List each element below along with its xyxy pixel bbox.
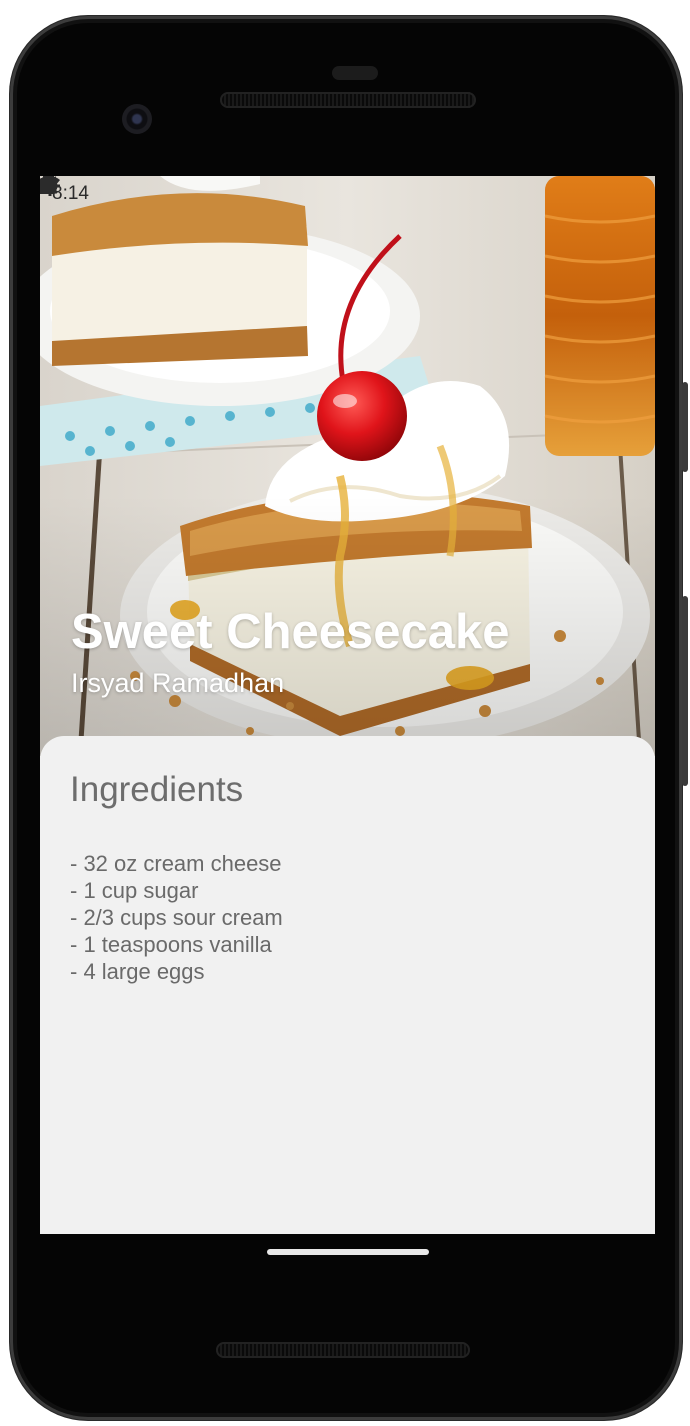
ingredient-item: - 1 teaspoons vanilla <box>70 932 272 957</box>
front-camera <box>122 104 152 134</box>
status-bar: 8:14 <box>40 176 655 212</box>
top-speaker-grille <box>220 92 476 108</box>
ingredient-item: - 1 cup sugar <box>70 878 199 903</box>
recipe-author: Irsyad Ramadhan <box>71 668 285 698</box>
recipe-title: Sweet Cheesecake <box>71 605 510 659</box>
ingredient-item: - 32 oz cream cheese <box>70 851 282 876</box>
ingredient-item: - 2/3 cups sour cream <box>70 905 283 930</box>
ingredients-card: Ingredients - 32 oz cream cheese - 1 cup… <box>40 736 655 1234</box>
app-screen: 8:14 Sweet Cheesecake Irsyad Ramadhan In… <box>40 176 655 1234</box>
power-button <box>682 382 688 472</box>
home-gesture-handle[interactable] <box>267 1249 429 1255</box>
ingredient-list: - 32 oz cream cheese - 1 cup sugar - 2/3… <box>70 850 625 985</box>
ingredient-item: - 4 large eggs <box>70 959 205 984</box>
bottom-speaker-grille <box>216 1342 470 1358</box>
recipe-hero-image: 8:14 Sweet Cheesecake Irsyad Ramadhan <box>40 176 655 756</box>
volume-button <box>682 596 688 786</box>
top-earpiece <box>332 66 378 80</box>
ingredients-heading: Ingredients <box>70 770 244 809</box>
